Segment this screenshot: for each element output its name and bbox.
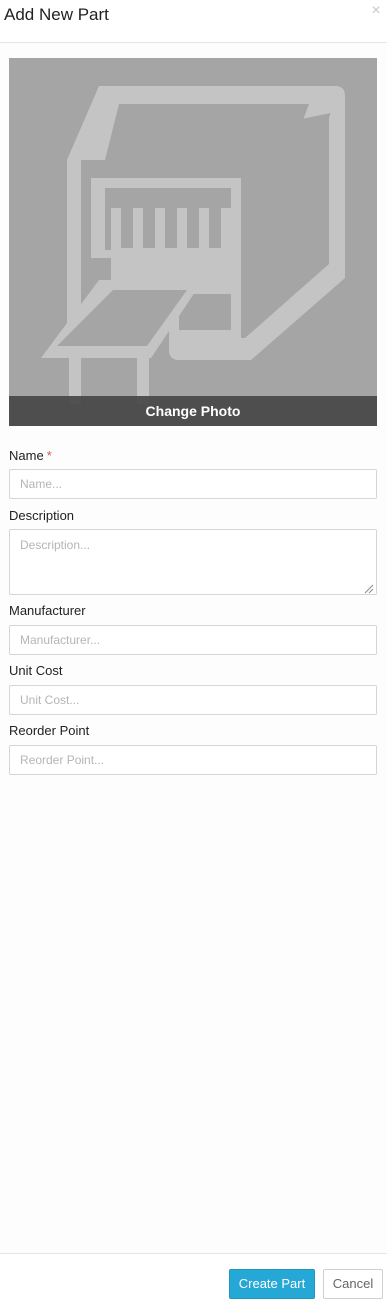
- part-placeholder-icon: [41, 86, 345, 404]
- description-textarea[interactable]: [9, 529, 377, 595]
- name-label-text: Name: [9, 448, 44, 463]
- change-photo-button[interactable]: Change Photo: [9, 396, 377, 426]
- reorder-point-input[interactable]: [9, 745, 377, 775]
- reorder-point-label: Reorder Point: [9, 723, 90, 738]
- name-input[interactable]: [9, 469, 377, 499]
- dialog-title: Add New Part: [4, 5, 109, 24]
- create-part-button[interactable]: Create Part: [229, 1269, 315, 1299]
- manufacturer-input[interactable]: [9, 625, 377, 655]
- dialog-footer: Create Part Cancel: [0, 1253, 387, 1299]
- required-mark: *: [46, 448, 52, 463]
- name-label: Name *: [9, 448, 52, 464]
- part-photo[interactable]: Change Photo: [9, 58, 377, 426]
- cancel-button[interactable]: Cancel: [323, 1269, 383, 1299]
- manufacturer-label: Manufacturer: [9, 603, 86, 618]
- close-icon[interactable]: ×: [369, 2, 383, 20]
- description-label: Description: [9, 508, 75, 523]
- dialog-header: Add New Part ×: [0, 0, 387, 43]
- resize-grip-icon[interactable]: [364, 584, 374, 594]
- unit-cost-input[interactable]: [9, 685, 377, 715]
- unit-cost-label: Unit Cost: [9, 663, 63, 678]
